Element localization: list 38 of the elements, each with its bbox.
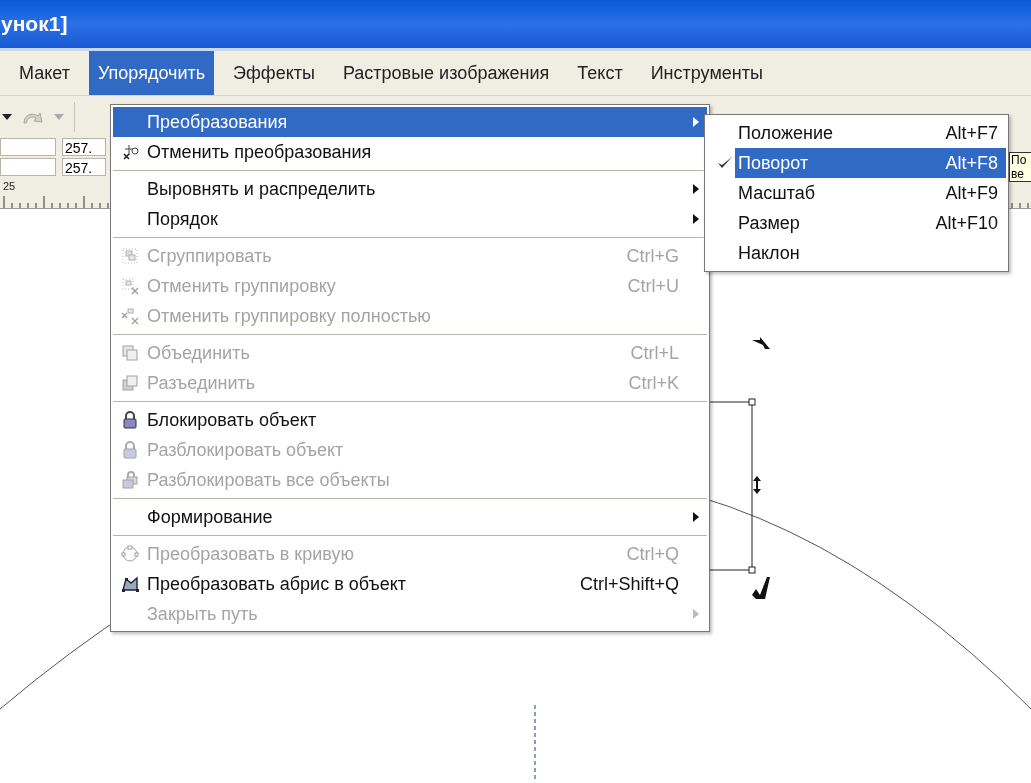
overlapping-squares-icon — [121, 374, 139, 392]
ungroup-icon — [121, 307, 139, 325]
menu-item[interactable]: Порядок — [113, 204, 707, 234]
lock-icon — [121, 411, 139, 429]
lock-icon — [121, 441, 139, 459]
outline-object-icon — [121, 575, 139, 593]
group-icon — [121, 247, 139, 265]
ungroup-icon — [121, 277, 139, 295]
menu-item[interactable]: Отменить преобразования — [113, 137, 707, 167]
window-title: унок1] — [0, 12, 68, 36]
menu-item[interactable]: Преобразования — [113, 107, 707, 137]
number-field[interactable]: 257. — [62, 138, 106, 156]
circle-nodes-icon — [121, 545, 139, 563]
caret-icon[interactable] — [2, 114, 12, 120]
menu-item[interactable]: Упорядочить — [88, 51, 215, 95]
resize-arrow-icon — [753, 476, 761, 494]
menu-item[interactable]: Поворот Alt+F8 — [735, 148, 1006, 178]
menu-item[interactable]: Масштаб Alt+F9 — [735, 178, 1006, 208]
number-field[interactable]: 257. — [62, 158, 106, 176]
menu-item[interactable]: Текст — [568, 51, 632, 95]
transform-icon — [121, 143, 139, 161]
menu-item[interactable]: Эффекты — [224, 51, 324, 95]
menu-item[interactable]: Размер Alt+F10 — [735, 208, 1006, 238]
menu-item[interactable]: Макет — [10, 51, 79, 95]
menu-item[interactable]: Блокировать объект — [113, 405, 707, 435]
menu-item[interactable]: Формирование — [113, 502, 707, 532]
menu-item[interactable]: Инструменты — [641, 51, 772, 95]
ruler-label: 25 — [3, 180, 16, 192]
tooltip-text: По — [1011, 153, 1028, 167]
tooltip-text: ве — [1011, 167, 1025, 181]
menu-item[interactable]: Преобразовать абрис в объект Ctrl+Shift+Q — [113, 569, 707, 599]
menu-item[interactable]: Растровые изображения — [333, 51, 559, 95]
input-field[interactable] — [0, 138, 56, 176]
menu-item[interactable]: Наклон — [735, 238, 1006, 268]
menu-item[interactable]: Выровнять и распределить — [113, 174, 707, 204]
overlapping-squares-icon — [121, 344, 139, 362]
padlocks-icon — [121, 471, 139, 489]
menu-item[interactable]: Положение Alt+F7 — [735, 118, 1006, 148]
